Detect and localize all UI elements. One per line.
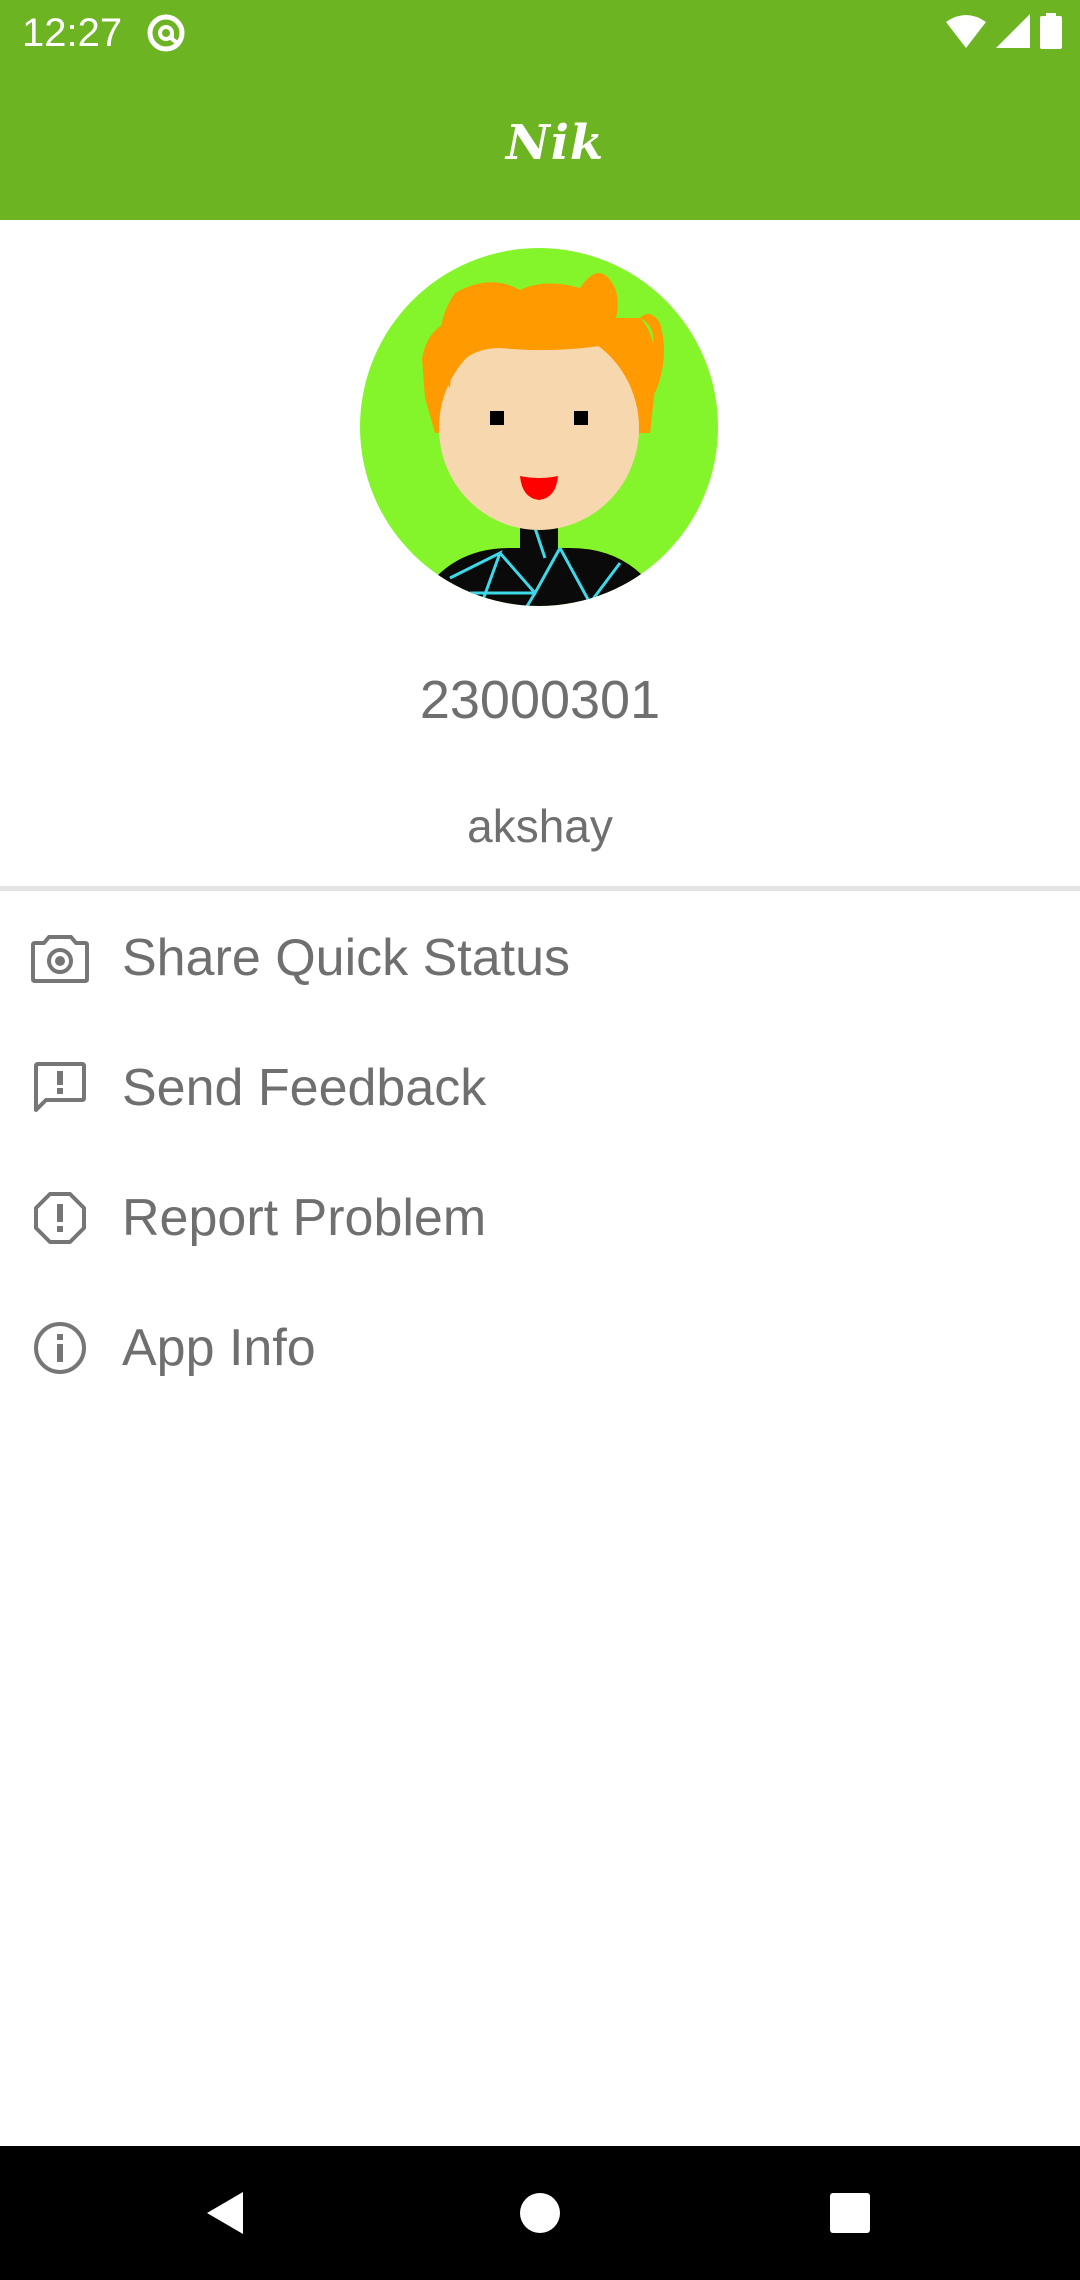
menu-item-share-quick-status[interactable]: Share Quick Status: [0, 893, 1080, 1023]
recents-icon[interactable]: [820, 2183, 880, 2243]
cell-signal-icon: [996, 13, 1030, 53]
profile-name: akshay: [467, 800, 613, 852]
home-icon[interactable]: [510, 2183, 570, 2243]
sync-at-icon: [146, 13, 186, 53]
info-icon: [30, 1318, 90, 1378]
report-icon: [30, 1188, 90, 1248]
menu-item-label: Report Problem: [122, 1189, 487, 1247]
status-time: 12:27: [22, 11, 123, 55]
back-icon[interactable]: [195, 2183, 255, 2243]
navigation-bar: [0, 2146, 1080, 2280]
status-icons: [946, 12, 1062, 54]
profile-id: 23000301: [419, 670, 661, 730]
menu-item-label: Share Quick Status: [122, 929, 570, 987]
divider: [0, 886, 1080, 891]
menu-item-label: App Info: [122, 1319, 316, 1377]
status-bar: 12:27: [0, 0, 1080, 66]
app-bar: Nik: [0, 66, 1080, 220]
menu-item-label: Send Feedback: [122, 1059, 487, 1117]
menu-item-report-problem[interactable]: Report Problem: [0, 1153, 1080, 1283]
app-title: Nik: [505, 115, 605, 171]
drawer-menu: Share Quick Status Send Feedback Report …: [0, 893, 1080, 1413]
menu-item-send-feedback[interactable]: Send Feedback: [0, 1023, 1080, 1153]
battery-icon: [1040, 12, 1062, 54]
menu-item-app-info[interactable]: App Info: [0, 1283, 1080, 1413]
avatar[interactable]: [360, 248, 718, 606]
camera-icon: [30, 928, 90, 988]
wifi-icon: [946, 14, 986, 53]
feedback-icon: [30, 1058, 90, 1118]
screen: 12:27 Nik 23000301 akshay Share Quick St…: [0, 0, 1080, 2280]
